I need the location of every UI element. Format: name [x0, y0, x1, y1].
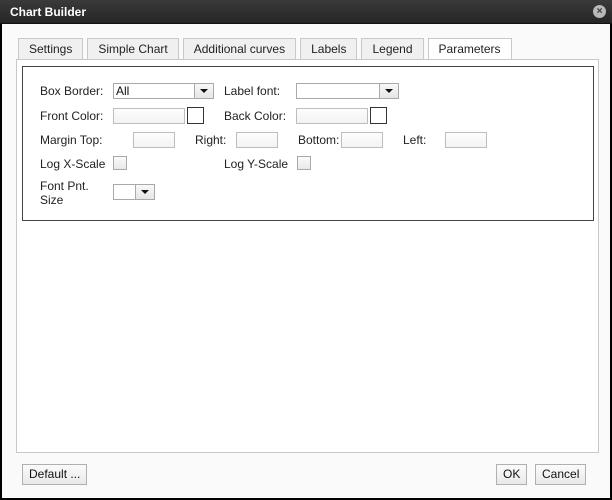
label-font-value [297, 84, 379, 98]
back-color-label: Back Color: [224, 109, 287, 123]
cancel-button[interactable]: Cancel [535, 464, 587, 485]
box-border-value: All [116, 84, 130, 98]
margin-left-input[interactable] [445, 132, 487, 148]
log-y-scale-label: Log Y-Scale [224, 157, 289, 171]
tab-labels[interactable]: Labels [300, 38, 358, 60]
box-border-select[interactable]: All [113, 83, 214, 99]
log-x-scale-checkbox[interactable] [113, 156, 127, 170]
margin-top-input[interactable] [133, 132, 175, 148]
margin-bottom-label: Bottom: [298, 133, 340, 147]
chevron-down-icon [194, 84, 213, 98]
margin-right-input[interactable] [236, 132, 278, 148]
label-font-label: Label font: [224, 84, 281, 98]
tab-additional-curves[interactable]: Additional curves [182, 38, 297, 60]
margin-bottom-input[interactable] [341, 132, 383, 148]
close-icon[interactable]: × [593, 5, 606, 18]
title-bar[interactable]: Chart Builder × [0, 0, 612, 24]
ok-button[interactable]: OK [496, 464, 528, 485]
tab-settings[interactable]: Settings [18, 38, 84, 60]
default-button[interactable]: Default ... [22, 464, 88, 485]
dialog-title: Chart Builder [10, 5, 87, 19]
front-color-swatch[interactable] [187, 107, 204, 124]
front-color-input[interactable] [113, 108, 185, 124]
margin-top-label: Margin Top: [40, 133, 103, 147]
parameters-group: Box Border: All Label font: Front Color:… [22, 66, 594, 221]
margin-left-label: Left: [403, 133, 427, 147]
dialog-body: Settings Simple Chart Additional curves … [2, 24, 610, 498]
box-border-label: Box Border: [40, 84, 104, 98]
font-pnt-size-value [114, 185, 135, 199]
tab-bar: Settings Simple Chart Additional curves … [18, 38, 512, 61]
back-color-input[interactable] [296, 108, 368, 124]
log-x-scale-label: Log X-Scale [40, 157, 106, 171]
tab-legend[interactable]: Legend [361, 38, 424, 60]
chevron-down-icon [135, 185, 154, 199]
log-y-scale-checkbox[interactable] [297, 156, 311, 170]
font-pnt-size-label-line2: Size [40, 193, 64, 207]
tab-parameters[interactable]: Parameters [427, 38, 512, 61]
front-color-label: Front Color: [40, 109, 104, 123]
label-font-select[interactable] [296, 83, 399, 99]
chart-builder-dialog: Chart Builder × Settings Simple Chart Ad… [0, 0, 612, 500]
font-pnt-size-select[interactable] [113, 184, 155, 200]
chevron-down-icon [379, 84, 398, 98]
margin-right-label: Right: [195, 133, 227, 147]
parameters-panel: Box Border: All Label font: Front Color:… [16, 59, 599, 453]
tab-simple-chart[interactable]: Simple Chart [87, 38, 179, 60]
font-pnt-size-label-line1: Font Pnt. [40, 179, 89, 193]
back-color-swatch[interactable] [370, 107, 387, 124]
